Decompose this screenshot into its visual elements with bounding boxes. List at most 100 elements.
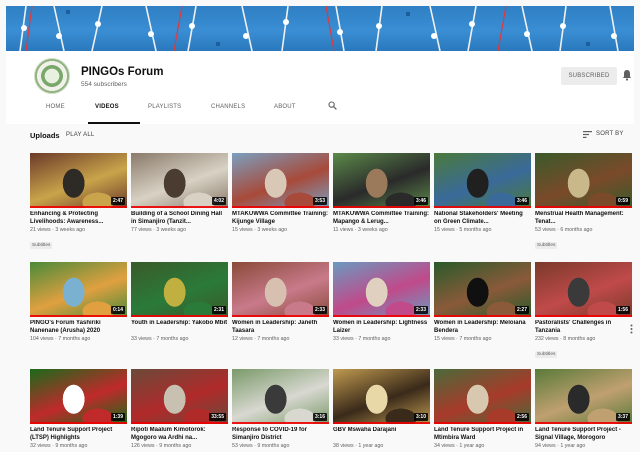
video-card[interactable]: 0:59 Menstrual Health Management: Tenat..…: [535, 153, 632, 251]
more-options-icon[interactable]: [630, 324, 633, 334]
video-thumbnail[interactable]: 2:56: [434, 369, 531, 424]
video-title[interactable]: Enhancing & Protecting Livelihoods: Awar…: [30, 211, 127, 226]
video-thumbnail[interactable]: 2:47: [30, 153, 127, 208]
watch-progress-bar: [535, 206, 632, 208]
video-card[interactable]: 2:56 Land Tenure Support Project in Mtimb…: [434, 369, 531, 449]
sort-icon[interactable]: [583, 131, 592, 138]
watch-progress-bar: [333, 206, 430, 208]
watch-progress-bar: [30, 206, 127, 208]
video-card[interactable]: 3:46 National Stakeholders' Meeting on Gr…: [434, 153, 531, 233]
watch-progress-bar: [535, 315, 632, 317]
video-thumbnail[interactable]: 2:33: [333, 262, 430, 317]
video-title[interactable]: MTAKUWWA Committee Training: Kijunge Vil…: [232, 211, 329, 226]
video-thumbnail[interactable]: 2:27: [434, 262, 531, 317]
uploads-title: Uploads: [30, 131, 60, 140]
subscribe-button[interactable]: SUBSCRIBED: [561, 67, 617, 85]
video-title[interactable]: Response to COVID-19 for Simanjiro Distr…: [232, 427, 329, 442]
video-thumbnail[interactable]: 3:53: [232, 153, 329, 208]
video-title[interactable]: Building of a School Dining Hall in Sima…: [131, 211, 228, 226]
tab-about[interactable]: ABOUT: [274, 104, 296, 110]
video-title[interactable]: MTAKUWWA Committee Training: Mapango & L…: [333, 211, 430, 226]
watch-progress-bar: [131, 422, 228, 424]
watch-progress-bar: [333, 422, 430, 424]
video-card[interactable]: 2:33 Women in Leadership: Janeth Taasara 1…: [232, 262, 329, 342]
video-card[interactable]: 3:37 Land Tenure Support Project - Signal…: [535, 369, 632, 449]
video-duration: 33:55: [209, 413, 226, 421]
video-thumbnail[interactable]: 1:39: [30, 369, 127, 424]
subtitles-badge: Subtitles: [535, 351, 558, 358]
video-card[interactable]: 33:55 Ripoti Maalum Kimotorok: Mgogoro wa…: [131, 369, 228, 449]
video-thumbnail[interactable]: 3:37: [535, 369, 632, 424]
video-title[interactable]: Pastoralists' Challenges in Tanzania: [535, 320, 632, 335]
video-card[interactable]: 2:27 Women in Leadership: Meloiana Bender…: [434, 262, 531, 342]
video-duration: 2:56: [514, 413, 529, 421]
video-meta: 53 views · 6 months ago: [535, 227, 593, 233]
video-title[interactable]: PINGO's Forum Yashiriki Nanenane (Arusha…: [30, 320, 127, 335]
subscriber-count: 554 subscribers: [81, 81, 127, 88]
video-thumbnail[interactable]: 3:16: [232, 369, 329, 424]
video-card[interactable]: 3:16 Response to COVID-19 for Simanjiro D…: [232, 369, 329, 449]
video-thumbnail[interactable]: 3:46: [333, 153, 430, 208]
video-thumbnail[interactable]: 4:02: [131, 153, 228, 208]
video-title[interactable]: Women in Leadership: Meloiana Bendera: [434, 320, 531, 335]
video-card[interactable]: 2:31 Youth in Leadership: Yakobo Mbit 33 v…: [131, 262, 228, 342]
video-thumbnail[interactable]: 0:59: [535, 153, 632, 208]
channel-avatar[interactable]: [34, 58, 70, 94]
video-title[interactable]: Ripoti Maalum Kimotorok: Mgogoro wa Ardh…: [131, 427, 228, 442]
watch-progress-bar: [30, 315, 127, 317]
watch-progress-bar: [232, 315, 329, 317]
video-thumbnail[interactable]: 0:14: [30, 262, 127, 317]
video-title[interactable]: Women in Leadership: Lightness Laizer: [333, 320, 430, 335]
watch-progress-bar: [232, 206, 329, 208]
video-duration: 3:10: [413, 413, 428, 421]
active-tab-indicator: [88, 122, 140, 124]
sort-by-button[interactable]: SORT BY: [596, 131, 624, 137]
video-thumbnail[interactable]: 2:33: [232, 262, 329, 317]
video-card[interactable]: 2:33 Women in Leadership: Lightness Laize…: [333, 262, 430, 342]
video-meta: 53 views · 9 months ago: [232, 443, 290, 449]
tab-playlists[interactable]: PLAYLISTS: [148, 104, 181, 110]
tab-channels[interactable]: CHANNELS: [211, 104, 245, 110]
channel-header: PINGOs Forum 554 subscribers SUBSCRIBED …: [6, 51, 634, 124]
video-title[interactable]: National Stakeholders' Meeting on Green …: [434, 211, 531, 226]
video-title[interactable]: Youth in Leadership: Yakobo Mbit: [131, 320, 228, 335]
video-duration: 3:46: [514, 197, 529, 205]
video-title[interactable]: Land Tenure Support Project (LTSP) Highl…: [30, 427, 127, 442]
video-meta: 15 views · 3 weeks ago: [232, 227, 288, 233]
video-meta: 15 views · 5 months ago: [434, 227, 492, 233]
video-card[interactable]: 4:02 Building of a School Dining Hall in …: [131, 153, 228, 233]
video-card[interactable]: 1:39 Land Tenure Support Project (LTSP) H…: [30, 369, 127, 449]
video-card[interactable]: 3:10 GBV Mswaha Darajani 38 views · 1 year…: [333, 369, 430, 449]
watch-progress-bar: [131, 206, 228, 208]
video-duration: 4:02: [211, 197, 226, 205]
video-title[interactable]: Land Tenure Support Project in Mtimbira …: [434, 427, 531, 442]
video-thumbnail[interactable]: 33:55: [131, 369, 228, 424]
video-thumbnail[interactable]: 3:46: [434, 153, 531, 208]
video-card[interactable]: 3:46 MTAKUWWA Committee Training: Mapango…: [333, 153, 430, 233]
video-title[interactable]: GBV Mswaha Darajani: [333, 427, 430, 442]
video-title[interactable]: Menstrual Health Management: Tenat...: [535, 211, 632, 226]
video-duration: 3:37: [615, 413, 630, 421]
play-all-button[interactable]: PLAY ALL: [66, 132, 94, 138]
video-meta: 21 views · 3 weeks ago: [30, 227, 86, 233]
search-icon[interactable]: [328, 101, 337, 110]
video-duration: 2:33: [413, 306, 428, 314]
video-card[interactable]: 2:47 Enhancing & Protecting Livelihoods: …: [30, 153, 127, 251]
video-title[interactable]: Women in Leadership: Janeth Taasara: [232, 320, 329, 335]
video-thumbnail[interactable]: 1:56: [535, 262, 632, 317]
video-card[interactable]: 3:53 MTAKUWWA Committee Training: Kijunge…: [232, 153, 329, 233]
video-card[interactable]: 0:14 PINGO's Forum Yashiriki Nanenane (Ar…: [30, 262, 127, 342]
video-meta: 38 views · 1 year ago: [333, 443, 384, 449]
tab-home[interactable]: HOME: [46, 104, 65, 110]
video-thumbnail[interactable]: 3:10: [333, 369, 430, 424]
bell-icon[interactable]: [622, 69, 632, 81]
video-card[interactable]: 1:56 Pastoralists' Challenges in Tanzania…: [535, 262, 632, 360]
watch-progress-bar: [131, 315, 228, 317]
video-thumbnail[interactable]: 2:31: [131, 262, 228, 317]
video-meta: 32 views · 9 months ago: [30, 443, 88, 449]
video-duration: 0:59: [615, 197, 630, 205]
video-title[interactable]: Land Tenure Support Project - Signal Vil…: [535, 427, 632, 442]
tab-videos[interactable]: VIDEOS: [95, 104, 119, 110]
video-meta: 12 views · 7 months ago: [232, 336, 290, 342]
watch-progress-bar: [434, 315, 531, 317]
